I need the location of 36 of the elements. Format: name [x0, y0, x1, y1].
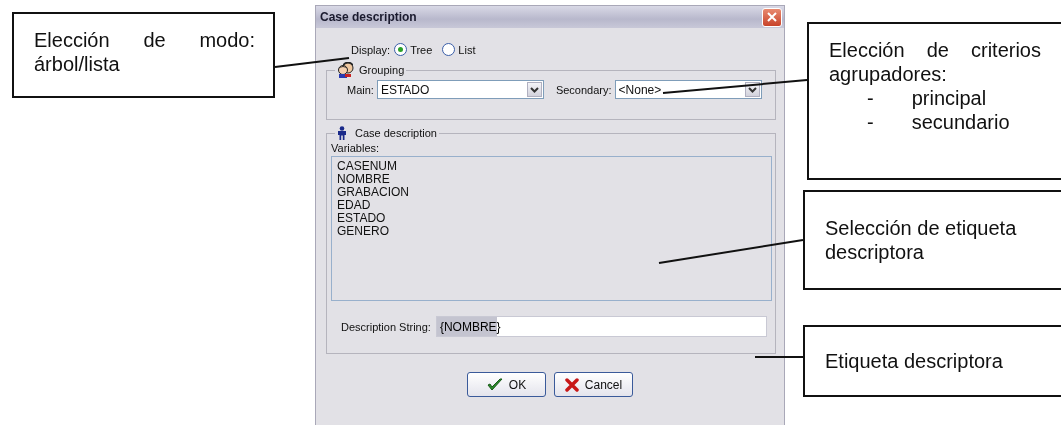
cancel-button[interactable]: Cancel: [554, 372, 633, 397]
list-item[interactable]: GENERO: [337, 225, 766, 238]
variables-list[interactable]: CASENUM NOMBRE GRABACION EDAD ESTADO GENERO: [331, 156, 772, 301]
callout-list-item: principal: [911, 86, 987, 110]
dropdown[interactable]: ESTADO: [376, 80, 544, 99]
list-item[interactable]: EDAD: [337, 199, 766, 212]
people-icon: [337, 62, 355, 78]
dash-marker: -: [867, 86, 874, 110]
dash-marker: -: [867, 110, 874, 134]
variables-label: Variables:: [331, 142, 381, 154]
close-icon: [767, 12, 777, 22]
window-title: Case description: [320, 10, 417, 24]
dropdown[interactable]: <None>: [614, 80, 762, 99]
secondary-label: Secondary:: [555, 83, 612, 96]
radio-option[interactable]: List: [442, 43, 476, 56]
radio-option[interactable]: Tree: [394, 43, 433, 56]
callout-text: Selección de etiqueta descriptora: [825, 216, 1018, 264]
ok-button[interactable]: OK: [467, 372, 546, 397]
list-item[interactable]: CASENUM: [337, 160, 766, 173]
list-item[interactable]: GRABACION: [337, 186, 766, 199]
checkmark-icon: [486, 377, 503, 392]
main-label: Main:: [347, 83, 374, 96]
description-string-label: Description String:: [341, 320, 431, 333]
description-string-field[interactable]: {NOMBRE}: [435, 316, 767, 337]
person-icon: [337, 126, 347, 140]
callout-text: Elección de criterios agrupadores:: [829, 38, 1041, 86]
x-icon: [564, 377, 579, 392]
display-label: Display:: [351, 43, 391, 56]
list-item[interactable]: NOMBRE: [337, 173, 766, 186]
close-button[interactable]: [762, 7, 782, 27]
callout-list-item: secundario: [911, 110, 1010, 134]
list-item[interactable]: ESTADO: [337, 212, 766, 225]
callout-text: Etiqueta descriptora: [825, 349, 1004, 373]
case-description-title: Case description: [355, 127, 437, 139]
callout-text: Elección de modo: árbol/lista: [34, 28, 255, 76]
grouping-title: Grouping: [359, 64, 405, 76]
